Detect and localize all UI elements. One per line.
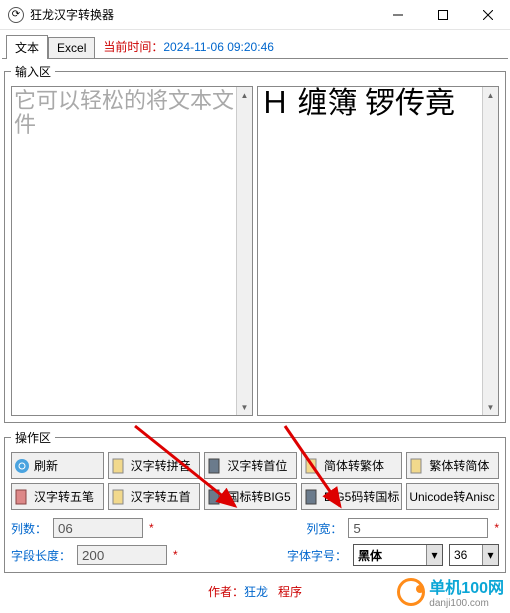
hz2py-button[interactable]: 汉字转拼音 (108, 452, 201, 479)
author: 狂龙 (244, 585, 268, 599)
page-icon (304, 458, 320, 474)
input-area-legend: 输入区 (11, 63, 55, 80)
colw-label: 列宽： (306, 520, 342, 537)
app-icon: ⟳ (8, 7, 24, 23)
chevron-down-icon[interactable]: ▾ (482, 545, 498, 565)
scroll-up-icon[interactable]: ▲ (237, 87, 252, 103)
refresh-icon (14, 458, 30, 474)
scroll-down-icon[interactable]: ▼ (237, 399, 252, 415)
left-text: 它可以轻松的将文本文件 (14, 89, 234, 137)
time-value: 2024-11-06 09:20:46 (163, 40, 274, 54)
star: * (149, 521, 154, 535)
flen-label: 字段长度： (11, 547, 71, 564)
watermark-url: danji100.com (429, 598, 504, 609)
watermark-logo-icon (397, 578, 425, 606)
font-combo[interactable]: 黑体 ▾ (353, 544, 443, 566)
size-value: 36 (450, 548, 482, 562)
star: * (173, 548, 178, 562)
font-label: 字体字号： (287, 547, 347, 564)
op-area-fieldset: 操作区 刷新 汉字转拼音 汉字转首位 简体转繁体 繁体转简体 汉字转五笔 汉字转… (4, 429, 506, 573)
ft2jt-button[interactable]: 繁体转简体 (406, 452, 499, 479)
time-label: 当前时间： (103, 40, 163, 54)
watermark-text: 单机100网 (429, 574, 504, 598)
gb2big5-button[interactable]: 国标转BIG5 (204, 483, 297, 510)
input-area-fieldset: 输入区 它可以轻松的将文本文件 ▲ ▼ Ｈ 缠簿 锣传竟 ▲ ▼ (4, 63, 506, 423)
jt2ft-button[interactable]: 简体转繁体 (301, 452, 402, 479)
left-scrollbar[interactable]: ▲ ▼ (236, 87, 252, 415)
minimize-button[interactable] (375, 0, 420, 29)
scroll-down-icon[interactable]: ▼ (483, 399, 498, 415)
hz2wb-button[interactable]: 汉字转五笔 (11, 483, 104, 510)
big52gb-button[interactable]: BIG5码转国标 (301, 483, 402, 510)
prog-label: 程序 (278, 585, 302, 599)
page-icon (111, 458, 127, 474)
titlebar: ⟳ 狂龙汉字转换器 (0, 0, 510, 30)
time-info: 当前时间：2024-11-06 09:20:46 (103, 38, 274, 55)
cols-input[interactable] (53, 518, 143, 538)
chevron-down-icon[interactable]: ▾ (426, 545, 442, 565)
page-icon (409, 458, 425, 474)
page-icon (207, 458, 223, 474)
hz2sw-button[interactable]: 汉字转首位 (204, 452, 297, 479)
size-combo[interactable]: 36 ▾ (449, 544, 499, 566)
uni2ansi-button[interactable]: Unicode转Anisc (406, 483, 499, 510)
maximize-button[interactable] (420, 0, 465, 29)
watermark: 单机100网 danji100.com (397, 574, 504, 609)
window-title: 狂龙汉字转换器 (30, 6, 375, 23)
tab-bar: 文本 Excel 当前时间：2024-11-06 09:20:46 (2, 32, 508, 59)
op-area-legend: 操作区 (11, 429, 55, 446)
page-icon (111, 489, 127, 505)
flen-input[interactable] (77, 545, 167, 565)
right-scrollbar[interactable]: ▲ ▼ (482, 87, 498, 415)
hz2ws-button[interactable]: 汉字转五首 (108, 483, 201, 510)
colw-input[interactable] (348, 518, 488, 538)
scroll-up-icon[interactable]: ▲ (483, 87, 498, 103)
close-button[interactable] (465, 0, 510, 29)
window-controls (375, 0, 510, 29)
right-pane[interactable]: Ｈ 缠簿 锣传竟 ▲ ▼ (257, 86, 499, 416)
right-text: Ｈ 缠簿 锣传竟 (260, 89, 480, 119)
page-icon (207, 489, 223, 505)
star: * (494, 521, 499, 535)
page-icon (14, 489, 30, 505)
author-label: 作者： (208, 585, 244, 599)
tab-text[interactable]: 文本 (6, 35, 48, 59)
left-pane[interactable]: 它可以轻松的将文本文件 ▲ ▼ (11, 86, 253, 416)
cols-label: 列数： (11, 520, 47, 537)
tab-excel[interactable]: Excel (48, 37, 95, 58)
font-value: 黑体 (354, 547, 426, 564)
refresh-button[interactable]: 刷新 (11, 452, 104, 479)
page-icon (304, 489, 320, 505)
